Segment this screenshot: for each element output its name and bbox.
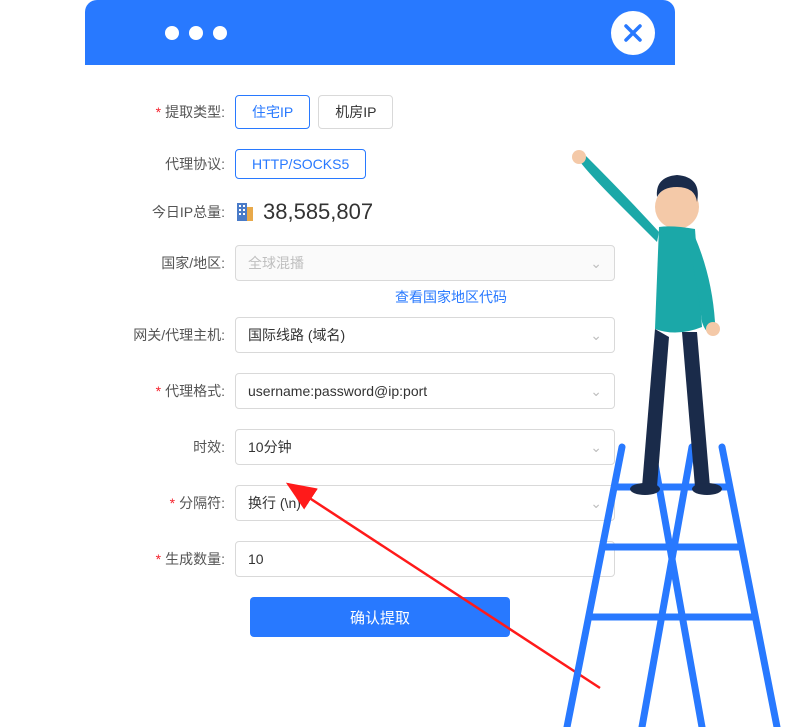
separator-row: 分隔符: 换行 (\n) ⌄ — [115, 485, 645, 521]
duration-value: 10分钟 — [248, 437, 292, 457]
country-region-value: 全球混播 — [248, 253, 304, 273]
extract-type-residential[interactable]: 住宅IP — [235, 95, 310, 129]
proxy-protocol-label: 代理协议: — [115, 154, 235, 174]
gateway-host-value: 国际线路 (域名) — [248, 325, 345, 345]
proxy-protocol-option[interactable]: HTTP/SOCKS5 — [235, 149, 366, 179]
window-dot — [213, 26, 227, 40]
chevron-down-icon: ⌄ — [590, 383, 602, 400]
country-code-link[interactable]: 查看国家地区代码 — [395, 289, 507, 305]
building-icon — [235, 201, 255, 223]
config-window: 提取类型: 住宅IP 机房IP 代理协议: HTTP/SOCKS5 今日IP总量… — [85, 0, 675, 657]
proxy-format-label: 代理格式: — [115, 381, 235, 401]
window-dot — [189, 26, 203, 40]
country-code-link-row: 查看国家地区代码 — [395, 287, 645, 307]
chevron-down-icon: ⌄ — [590, 327, 602, 344]
generate-count-row: 生成数量: — [115, 541, 645, 577]
country-region-select[interactable]: 全球混播 ⌄ — [235, 245, 615, 281]
form-container: 提取类型: 住宅IP 机房IP 代理协议: HTTP/SOCKS5 今日IP总量… — [85, 65, 675, 657]
separator-select[interactable]: 换行 (\n) ⌄ — [235, 485, 615, 521]
window-titlebar — [85, 0, 675, 65]
duration-label: 时效: — [115, 437, 235, 457]
gateway-host-select[interactable]: 国际线路 (域名) ⌄ — [235, 317, 615, 353]
separator-value: 换行 (\n) — [248, 493, 301, 513]
gateway-host-label: 网关/代理主机: — [115, 325, 235, 345]
country-region-label: 国家/地区: — [115, 253, 235, 273]
ip-total-row: 今日IP总量: 38,585,807 — [115, 199, 645, 225]
duration-select[interactable]: 10分钟 ⌄ — [235, 429, 615, 465]
generate-count-label: 生成数量: — [115, 549, 235, 569]
duration-row: 时效: 10分钟 ⌄ — [115, 429, 645, 465]
proxy-protocol-row: 代理协议: HTTP/SOCKS5 — [115, 149, 645, 179]
chevron-down-icon: ⌄ — [590, 495, 602, 512]
extract-type-datacenter[interactable]: 机房IP — [318, 95, 393, 129]
extract-type-row: 提取类型: 住宅IP 机房IP — [115, 95, 645, 129]
proxy-format-value: username:password@ip:port — [248, 383, 427, 399]
close-button[interactable] — [611, 11, 655, 55]
chevron-down-icon: ⌄ — [590, 255, 602, 272]
close-icon — [621, 21, 645, 45]
proxy-format-select[interactable]: username:password@ip:port ⌄ — [235, 373, 615, 409]
ip-total-value: 38,585,807 — [263, 199, 373, 225]
window-dot — [165, 26, 179, 40]
submit-button[interactable]: 确认提取 — [250, 597, 510, 637]
window-controls — [165, 26, 227, 40]
extract-type-label: 提取类型: — [115, 102, 235, 122]
proxy-format-row: 代理格式: username:password@ip:port ⌄ — [115, 373, 645, 409]
chevron-down-icon: ⌄ — [590, 439, 602, 456]
country-region-row: 国家/地区: 全球混播 ⌄ — [115, 245, 645, 281]
separator-label: 分隔符: — [115, 493, 235, 513]
ip-total-label: 今日IP总量: — [115, 202, 235, 222]
generate-count-input[interactable] — [235, 541, 615, 577]
gateway-host-row: 网关/代理主机: 国际线路 (域名) ⌄ — [115, 317, 645, 353]
